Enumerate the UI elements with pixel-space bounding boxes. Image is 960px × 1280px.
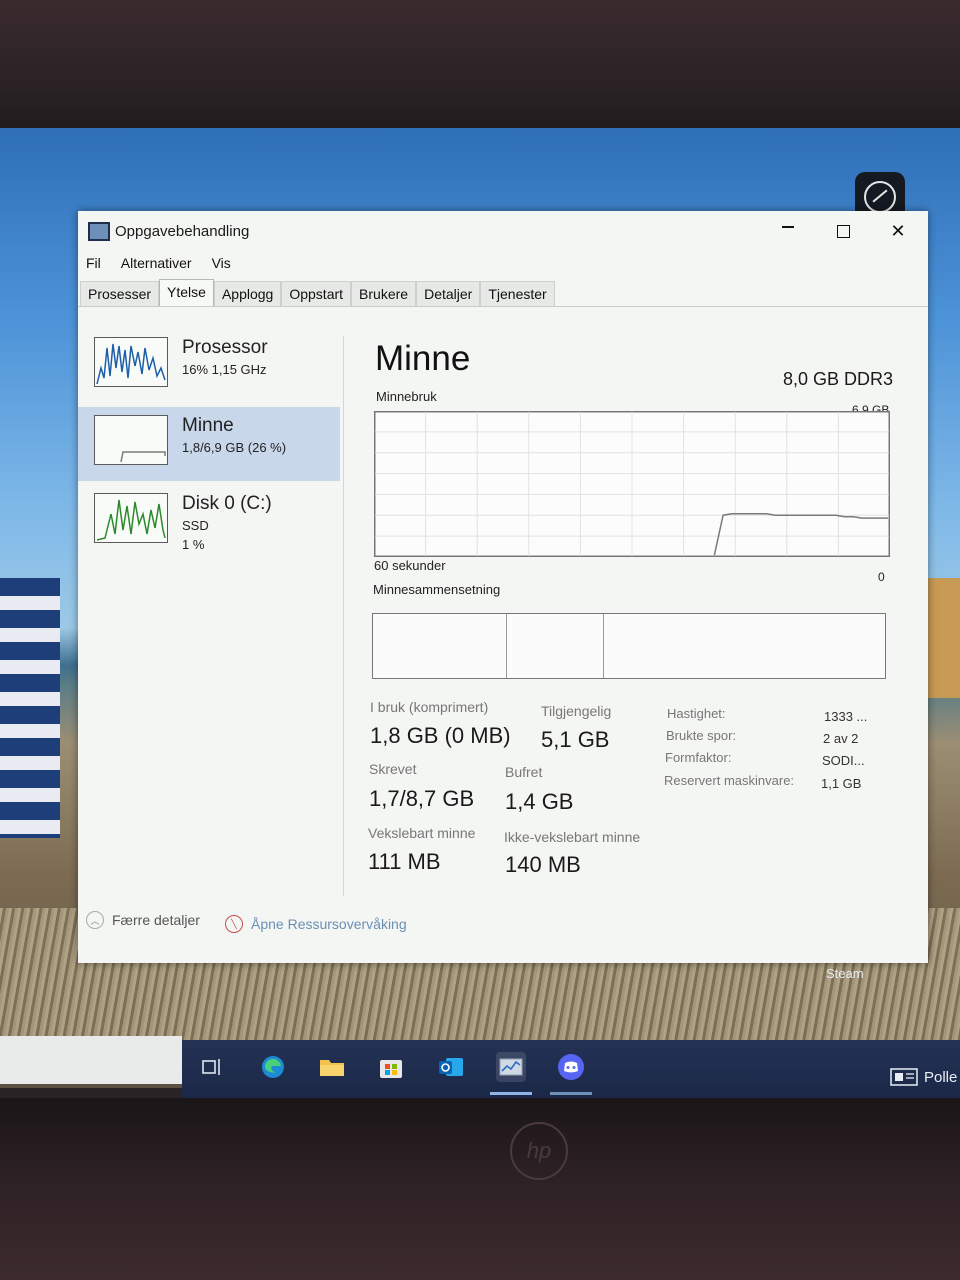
nonpaged-label: Ikke-vekslebart minne bbox=[504, 829, 641, 845]
sidebar-item-prosessor[interactable]: Prosessor 16% 1,15 GHz bbox=[78, 329, 340, 403]
form-factor-label: Formfaktor: bbox=[665, 750, 732, 765]
close-button[interactable]: ✕ bbox=[878, 219, 918, 243]
file-explorer-icon[interactable] bbox=[317, 1052, 347, 1082]
sidebar-item-label: Disk 0 (C:) bbox=[182, 493, 272, 514]
available-label: Tilgjengelig bbox=[541, 703, 612, 719]
menu-vis[interactable]: Vis bbox=[212, 255, 231, 275]
task-manager-taskbar-icon[interactable] bbox=[496, 1052, 526, 1082]
speed-label: Hastighet: bbox=[667, 706, 726, 721]
tab-prosesser[interactable]: Prosesser bbox=[80, 281, 160, 307]
slots-value: 2 av 2 bbox=[823, 731, 859, 746]
cached-label: Bufret bbox=[505, 764, 543, 780]
composition-in-use-segment bbox=[373, 614, 508, 678]
tab-divider bbox=[78, 306, 928, 307]
maximize-icon bbox=[836, 224, 850, 238]
sidebar-item-label: Minne bbox=[182, 415, 234, 436]
taskbar bbox=[182, 1040, 960, 1098]
tab-oppstart[interactable]: Oppstart bbox=[281, 281, 352, 307]
news-icon bbox=[890, 1068, 918, 1086]
outlook-icon[interactable] bbox=[436, 1052, 466, 1082]
edge-browser-icon[interactable] bbox=[258, 1052, 288, 1082]
available-value: 5,1 GB bbox=[541, 727, 610, 752]
tab-detaljer[interactable]: Detaljer bbox=[416, 281, 481, 307]
open-resource-monitor-label: Åpne Ressursovervåking bbox=[251, 916, 407, 932]
tab-bar: Prosesser Ytelse Applogg Oppstart Bruker… bbox=[80, 279, 555, 307]
memory-usage-chart bbox=[374, 411, 890, 557]
sidebar-item-value: SSD bbox=[182, 518, 209, 533]
menu-alternativer[interactable]: Alternativer bbox=[121, 255, 192, 275]
fewer-details-link[interactable]: ︿ Færre detaljer bbox=[86, 911, 200, 929]
hp-logo: hp bbox=[510, 1122, 568, 1180]
sidebar-item-value-2: 1 % bbox=[182, 537, 205, 552]
slots-label: Brukte spor: bbox=[666, 728, 737, 743]
sidebar-item-value: 16% 1,15 GHz bbox=[182, 362, 267, 377]
tab-applogg[interactable]: Applogg bbox=[213, 281, 282, 307]
sidebar-item-disk0[interactable]: Disk 0 (C:) SSD 1 % bbox=[78, 485, 340, 559]
memory-thumbnail-graph bbox=[94, 415, 168, 465]
tab-tjenester[interactable]: Tjenester bbox=[480, 281, 555, 307]
time-axis-label: 60 sekunder bbox=[374, 558, 446, 573]
laptop-bezel-bottom bbox=[0, 1098, 960, 1280]
taskbar-search-area[interactable] bbox=[0, 1036, 182, 1084]
beach-hut-left bbox=[0, 578, 60, 838]
cpu-thumbnail-graph bbox=[94, 337, 168, 387]
nonpaged-value: 140 MB bbox=[505, 852, 581, 877]
form-factor-value: SODI... bbox=[822, 753, 865, 768]
fewer-details-label: Færre detaljer bbox=[112, 912, 200, 928]
cached-value: 1,4 GB bbox=[505, 789, 574, 814]
memory-spec: 8,0 GB DDR3 bbox=[783, 369, 894, 389]
paged-label: Vekslebart minne bbox=[368, 825, 476, 841]
sidebar-item-minne[interactable]: Minne 1,8/6,9 GB (26 %) bbox=[78, 407, 340, 481]
task-manager-icon bbox=[88, 222, 110, 241]
paged-value: 111 MB bbox=[368, 849, 441, 874]
taskbar-news-widget[interactable]: Polle bbox=[890, 1068, 957, 1086]
tab-brukere[interactable]: Brukere bbox=[351, 281, 417, 307]
composition-chart-label: Minnesammensetning bbox=[373, 582, 501, 597]
laptop-bezel-top bbox=[0, 0, 960, 140]
menu-bar: Fil Alternativer Vis bbox=[86, 255, 231, 275]
in-use-label: I bruk (komprimert) bbox=[370, 699, 489, 715]
maximize-button[interactable] bbox=[823, 219, 863, 243]
discord-active-indicator bbox=[550, 1092, 592, 1095]
usage-chart-label: Minnebruk bbox=[376, 389, 437, 404]
chevron-up-icon: ︿ bbox=[86, 911, 104, 929]
tab-ytelse[interactable]: Ytelse bbox=[159, 279, 214, 307]
window-title: Oppgavebehandling bbox=[115, 223, 250, 240]
discord-icon[interactable] bbox=[556, 1052, 586, 1082]
resource-monitor-icon: ╲ bbox=[225, 915, 243, 933]
news-widget-label: Polle bbox=[924, 1068, 958, 1086]
reserved-value: 1,1 GB bbox=[821, 776, 862, 791]
microsoft-store-icon[interactable] bbox=[376, 1052, 406, 1082]
camera-icon bbox=[864, 181, 896, 213]
sidebar-item-label: Prosessor bbox=[182, 337, 268, 358]
sidebar-item-value: 1,8/6,9 GB (26 %) bbox=[182, 440, 287, 455]
page-title: Minne bbox=[375, 339, 471, 378]
committed-label: Skrevet bbox=[369, 761, 417, 777]
performance-sidebar: Prosessor 16% 1,15 GHz Minne 1,8/6,9 GB … bbox=[78, 329, 340, 563]
menu-fil[interactable]: Fil bbox=[86, 255, 101, 275]
open-resource-monitor-link[interactable]: ╲ Åpne Ressursovervåking bbox=[225, 915, 407, 933]
zero-axis-label: 0 bbox=[878, 570, 885, 584]
committed-value: 1,7/8,7 GB bbox=[369, 786, 475, 811]
panel-divider bbox=[343, 336, 344, 896]
title-bar[interactable]: Oppgavebehandling ✕ bbox=[78, 211, 928, 247]
memory-composition-chart bbox=[372, 613, 886, 679]
composition-cached-segment bbox=[506, 614, 605, 678]
speed-value: 1333 ... bbox=[824, 709, 868, 724]
minimize-icon bbox=[782, 226, 794, 228]
task-view-icon[interactable] bbox=[197, 1052, 227, 1082]
steam-desktop-label[interactable]: Steam bbox=[826, 966, 864, 981]
task-manager-window: Oppgavebehandling ✕ Fil Alternativer Vis… bbox=[78, 211, 928, 963]
reserved-label: Reservert maskinvare: bbox=[664, 773, 795, 788]
in-use-value: 1,8 GB (0 MB) bbox=[370, 723, 511, 748]
minimize-button[interactable] bbox=[768, 219, 808, 243]
disk-thumbnail-graph bbox=[94, 493, 168, 543]
task-manager-active-indicator bbox=[490, 1092, 532, 1095]
